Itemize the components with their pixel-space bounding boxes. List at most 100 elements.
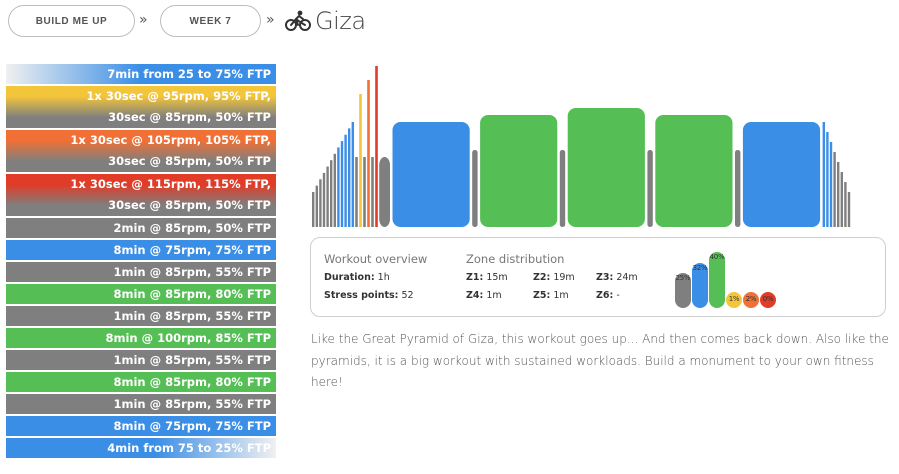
segment-text: 8min @ 100rpm, 85% FTP: [105, 331, 271, 345]
segment-item[interactable]: 1min @ 85rpm, 55% FTP: [6, 262, 276, 282]
cooldown-bar: [847, 192, 851, 227]
interval-effort-bar: [359, 94, 362, 227]
zone-percent-label: 2%: [745, 295, 757, 303]
segment-item[interactable]: 7min from 25 to 75% FTP: [6, 64, 276, 84]
warmup-bar: [322, 172, 326, 227]
segment-text: 30sec @ 85rpm, 50% FTP: [108, 198, 271, 212]
segment-item[interactable]: 8min @ 100rpm, 85% FTP: [6, 328, 276, 348]
zone-stat-value: 24m: [616, 272, 638, 283]
warmup-bar: [326, 166, 329, 227]
duration-label: Duration:: [324, 272, 375, 283]
overview-heading: Workout overview: [324, 252, 428, 266]
segment-text: 1min @ 85rpm, 55% FTP: [113, 353, 271, 367]
zone-percent-label: 0%: [762, 295, 774, 303]
cooldown-bar: [829, 142, 833, 227]
segment-item[interactable]: 1x 30sec @ 115rpm, 115% FTP, 30sec @ 85rp…: [6, 174, 276, 216]
cooldown-bar: [840, 172, 843, 227]
segment-item[interactable]: 1min @ 85rpm, 55% FTP: [6, 394, 276, 414]
segment-item[interactable]: 1min @ 85rpm, 55% FTP: [6, 306, 276, 326]
zone-stat-label: Z1:: [466, 272, 484, 283]
cyclist-icon: [285, 10, 311, 32]
segment-text: 1min @ 85rpm, 55% FTP: [113, 397, 271, 411]
segment-item[interactable]: 8min @ 75rpm, 75% FTP: [6, 240, 276, 260]
segment-text: 8min @ 85rpm, 80% FTP: [113, 375, 271, 389]
workout-block: [559, 150, 566, 227]
segment-item[interactable]: 1x 30sec @ 95rpm, 95% FTP, 30sec @ 85rpm,…: [6, 86, 276, 128]
zone-stat: Z5: 1m: [533, 290, 569, 301]
breadcrumb-separator: »: [266, 12, 275, 28]
workout-block: [735, 150, 741, 227]
zone-percent-label: 1%: [728, 295, 740, 303]
zone-stat-value: -: [616, 290, 620, 301]
cooldown-bar: [826, 132, 829, 227]
zone-stat: Z3: 24m: [596, 272, 638, 283]
segment-item[interactable]: 8min @ 75rpm, 75% FTP: [6, 416, 276, 436]
warmup-bar: [348, 128, 351, 227]
stress-label: Stress points:: [324, 290, 399, 301]
zone-distribution-bar: 2%: [743, 292, 759, 308]
segment-text: 8min @ 85rpm, 80% FTP: [113, 287, 271, 301]
interval-rest-bar: [371, 157, 374, 227]
interval-effort-bar: [375, 66, 378, 227]
segment-item[interactable]: 8min @ 85rpm, 80% FTP: [6, 284, 276, 304]
zone-stat-label: Z2:: [533, 272, 551, 283]
segment-item[interactable]: 8min @ 85rpm, 80% FTP: [6, 372, 276, 392]
workout-block: [742, 122, 821, 227]
zone-distribution-bar: 1%: [726, 292, 742, 308]
zone-stat: Z4: 1m: [466, 290, 502, 301]
zone-distribution-bar: 40%: [709, 252, 725, 308]
zone-stat-label: Z5:: [533, 290, 551, 301]
segment-text: 4min from 75 to 25% FTP: [107, 441, 271, 455]
warmup-bar: [337, 147, 340, 227]
workout-profile-chart: [312, 66, 851, 227]
zone-stat-label: Z6:: [596, 290, 614, 301]
cooldown-bar: [833, 152, 836, 227]
warmup-bar: [312, 192, 315, 227]
warmup-bar: [340, 141, 344, 227]
zone-stat: Z1: 15m: [466, 272, 508, 283]
warmup-bar: [319, 179, 322, 227]
segment-text: 1x 30sec @ 105rpm, 105% FTP,: [70, 133, 271, 147]
stress-value: 52: [401, 290, 414, 301]
segment-text: 8min @ 75rpm, 75% FTP: [113, 419, 271, 433]
segment-item[interactable]: 1min @ 85rpm, 55% FTP: [6, 350, 276, 370]
plan-breadcrumb-button[interactable]: BUILD ME UP: [8, 5, 135, 37]
zone-distribution-bar: 0%: [760, 292, 776, 308]
segment-item[interactable]: 1x 30sec @ 105rpm, 105% FTP, 30sec @ 85rp…: [6, 130, 276, 172]
zone-stat-value: 15m: [486, 272, 508, 283]
zone-distribution-bar: 25%: [675, 273, 691, 308]
zone-stat-label: Z4:: [466, 290, 484, 301]
segment-text: 1min @ 85rpm, 55% FTP: [113, 265, 271, 279]
zone-distribution-heading: Zone distribution: [466, 252, 565, 266]
duration-stat: Duration: 1h: [324, 272, 390, 283]
warmup-bar: [315, 185, 318, 227]
workout-overview-panel: Workout overview Duration: 1h Stress poi…: [310, 237, 886, 317]
segment-text: 8min @ 75rpm, 75% FTP: [113, 243, 271, 257]
workout-description: Like the Great Pyramid of Giza, this wor…: [311, 332, 889, 389]
week-breadcrumb-button[interactable]: WEEK 7: [160, 5, 261, 37]
workout-block: [655, 115, 733, 227]
segment-text: 1min @ 85rpm, 55% FTP: [113, 309, 271, 323]
zone-percent-label: 25%: [675, 274, 691, 282]
segment-text: 30sec @ 85rpm, 50% FTP: [108, 110, 271, 124]
segment-item[interactable]: 4min from 75 to 25% FTP: [6, 438, 276, 458]
warmup-bar: [330, 160, 333, 227]
zone-stat-label: Z3:: [596, 272, 614, 283]
segment-item[interactable]: 2min @ 85rpm, 50% FTP: [6, 218, 276, 238]
zone-distribution-bars: 25% 32% 40% 1% 2% 0%: [675, 248, 785, 308]
workout-block: [567, 108, 645, 227]
interval-rest-bar: [363, 157, 366, 227]
zone-stat-value: 19m: [553, 272, 575, 283]
workout-block: [392, 122, 470, 227]
segment-list: 7min from 25 to 75% FTP 1x 30sec @ 95rpm,…: [6, 64, 276, 460]
segment-text: 1x 30sec @ 95rpm, 95% FTP,: [86, 89, 271, 103]
zone-percent-label: 40%: [709, 253, 725, 261]
cooldown-bar: [822, 122, 825, 227]
workout-block: [379, 157, 390, 227]
workout-block: [472, 150, 478, 227]
page-title: Giza: [285, 4, 366, 38]
zone-stat: Z2: 19m: [533, 272, 575, 283]
breadcrumb-separator: »: [139, 12, 148, 28]
warmup-bar: [344, 134, 347, 227]
zone-stat-value: 1m: [486, 290, 502, 301]
